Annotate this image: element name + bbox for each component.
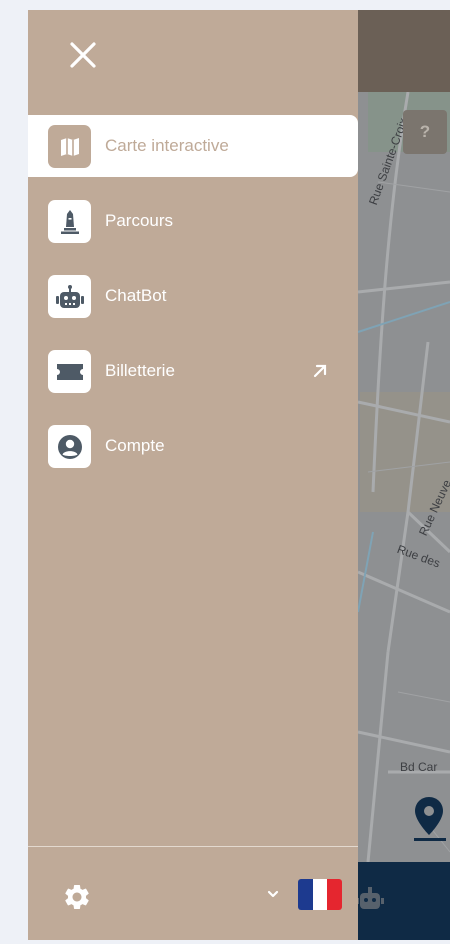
menu-item-compte[interactable]: Compte (28, 415, 358, 477)
chevron-down-icon (267, 890, 279, 898)
menu-icon-box (48, 200, 91, 243)
external-link-icon (313, 364, 327, 378)
flag-stripe-white (312, 879, 328, 910)
french-flag-icon (298, 879, 342, 910)
flag-stripe-red (327, 879, 342, 910)
drawer-menu: Carte interactive Parcours ChatBot Bille… (28, 115, 358, 490)
menu-icon-box (48, 125, 91, 168)
ticket-icon (56, 363, 83, 380)
account-icon (57, 434, 82, 459)
drawer-divider (28, 846, 358, 847)
navigation-drawer: Carte interactive Parcours ChatBot Bille… (28, 10, 358, 940)
menu-item-label: Carte interactive (105, 136, 229, 155)
street-label: Bd Car (400, 760, 438, 774)
monument-icon (60, 209, 79, 234)
menu-item-billetterie[interactable]: Billetterie (28, 340, 358, 402)
menu-icon-box (48, 425, 91, 468)
active-tab-indicator (414, 838, 446, 841)
menu-item-label: ChatBot (105, 286, 167, 305)
menu-item-label: Parcours (105, 211, 174, 230)
map-icon (60, 137, 79, 156)
menu-item-label: Compte (105, 436, 165, 455)
menu-item-chatbot[interactable]: ChatBot (28, 265, 358, 327)
menu-item-carte-interactive[interactable]: Carte interactive (28, 115, 358, 177)
close-icon[interactable] (68, 40, 98, 70)
menu-icon-box (48, 275, 91, 318)
help-button[interactable]: ? (403, 110, 447, 154)
robot-icon (55, 284, 84, 308)
robot-icon[interactable] (356, 887, 384, 911)
flag-stripe-blue (298, 879, 313, 910)
menu-item-parcours[interactable]: Parcours (28, 190, 358, 252)
app-frame: Rue Sainte-Croix Rue Neuve Rue des Bd Ca… (28, 10, 450, 940)
language-selector[interactable] (266, 876, 346, 912)
menu-item-label: Billetterie (105, 361, 175, 380)
menu-icon-box (48, 350, 91, 393)
map-pin-icon[interactable] (413, 795, 445, 837)
gear-icon[interactable] (62, 882, 92, 912)
